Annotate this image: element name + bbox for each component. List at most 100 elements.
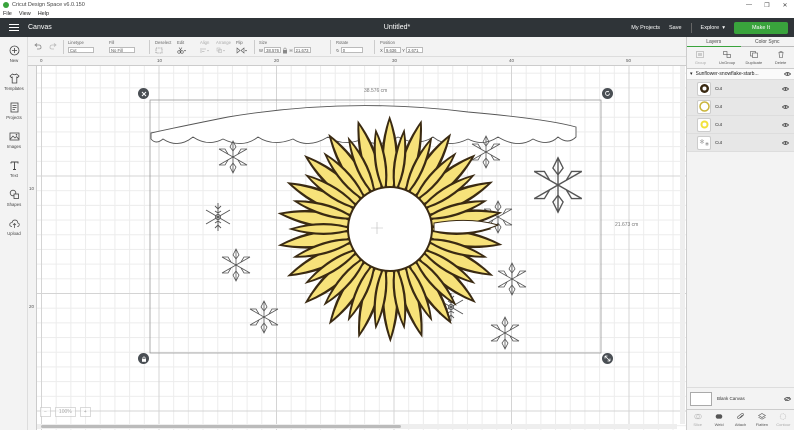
sidebar-item-shapes[interactable]: Shapes <box>0 189 28 207</box>
sidebar-item-label: Upload <box>7 231 21 236</box>
toolbar-divider <box>374 40 375 54</box>
layer-row[interactable]: Cut <box>687 116 794 134</box>
menu-help[interactable]: Help <box>38 11 49 17</box>
position-control[interactable]: Position X 9.636 Y 2.671 <box>380 40 423 53</box>
attach-button[interactable]: Attach <box>730 410 751 430</box>
fill-label: Fill <box>109 40 115 45</box>
window-controls: — ❐ ✕ <box>740 2 794 9</box>
deselect-control[interactable]: Deselect <box>155 40 171 55</box>
close-window-button[interactable]: ✕ <box>776 2 794 9</box>
edit-control[interactable]: Edit <box>177 40 187 55</box>
machine-select[interactable]: Explore ▾ <box>701 25 725 31</box>
group-button[interactable]: Group <box>687 47 714 68</box>
horizontal-scrollbar[interactable] <box>37 424 677 429</box>
align-icon <box>200 48 209 53</box>
layer-thumbnail <box>697 99 711 114</box>
eye-icon[interactable] <box>782 86 789 91</box>
paperclip-icon <box>736 413 744 419</box>
sidebar-item-upload[interactable]: Upload <box>0 218 28 236</box>
flatten-button[interactable]: Flatten <box>751 410 772 430</box>
height-dimension-label: 21.673 cm <box>615 222 639 228</box>
window-title: Cricut Design Space v6.0.150 <box>12 2 85 8</box>
menu-file[interactable]: File <box>3 11 12 17</box>
size-width-input[interactable]: 38.576 <box>264 47 282 53</box>
header-divider <box>690 22 692 33</box>
eye-icon[interactable] <box>782 140 789 145</box>
delete-handle[interactable] <box>138 88 149 99</box>
layer-row[interactable]: Cut <box>687 98 794 116</box>
linetype-select[interactable]: Cut <box>68 47 94 53</box>
vertical-scrollbar[interactable] <box>680 66 685 424</box>
scrollbar-thumb[interactable] <box>41 425 401 428</box>
flip-icon <box>236 47 247 54</box>
redo-icon[interactable] <box>49 43 57 50</box>
eye-icon[interactable] <box>782 122 789 127</box>
save-button[interactable]: Save <box>669 25 682 31</box>
sidebar-item-new[interactable]: New <box>0 45 28 63</box>
sidebar-item-label: New <box>9 58 19 63</box>
tab-layers[interactable]: Layers <box>687 37 741 47</box>
position-y-input[interactable]: 2.671 <box>405 47 423 53</box>
hamburger-menu-icon[interactable] <box>9 24 19 31</box>
my-projects-link[interactable]: My Projects <box>631 25 660 31</box>
menu-view[interactable]: View <box>19 11 31 17</box>
ungroup-button[interactable]: UnGroup <box>714 47 741 68</box>
size-height-input[interactable]: 21.673 <box>293 47 311 53</box>
blank-canvas-row[interactable]: Blank Canvas <box>687 387 794 409</box>
make-it-button[interactable]: Make It <box>733 21 788 34</box>
layer-row[interactable]: Cut <box>687 80 794 98</box>
eye-icon[interactable] <box>784 72 791 76</box>
contour-icon <box>780 413 787 420</box>
eye-hidden-icon[interactable] <box>784 396 791 401</box>
size-h-prefix: H <box>289 48 293 53</box>
snowflake-shape <box>497 262 527 296</box>
contour-label: Contour <box>776 422 791 427</box>
fill-select[interactable]: No Fill <box>109 47 135 53</box>
zoom-out-button[interactable]: − <box>40 407 51 417</box>
lock-handle[interactable] <box>138 353 149 364</box>
eye-icon[interactable] <box>782 104 789 109</box>
position-x-input[interactable]: 9.636 <box>383 47 401 53</box>
minimize-button[interactable]: — <box>740 2 758 9</box>
maximize-button[interactable]: ❐ <box>758 2 776 9</box>
sidebar-item-text[interactable]: Text <box>0 160 28 178</box>
layer-name: Cut <box>715 104 723 109</box>
edit-label: Edit <box>177 40 185 45</box>
delete-button[interactable]: Delete <box>767 47 794 68</box>
window-titlebar: Cricut Design Space v6.0.150 — ❐ ✕ <box>0 0 794 10</box>
arrange-icon <box>216 47 225 53</box>
contour-button[interactable]: Contour <box>773 410 794 430</box>
rotate-control[interactable]: Rotate ↻ 0 <box>336 40 363 53</box>
duplicate-button[interactable]: Duplicate <box>741 47 768 68</box>
sidebar-item-templates[interactable]: Templates <box>0 73 28 91</box>
sidebar-item-images[interactable]: Images <box>0 131 28 149</box>
weld-button[interactable]: Weld <box>708 410 729 430</box>
fill-control[interactable]: Fill No Fill <box>109 40 135 53</box>
design-canvas[interactable]: 0 10 20 30 40 50 10 20 38.576 cm 21.673 … <box>28 57 686 430</box>
tab-color-sync[interactable]: Color Sync <box>740 37 794 47</box>
arrange-control[interactable]: Arrange <box>216 40 231 55</box>
resize-handle[interactable] <box>602 353 613 364</box>
deselect-label: Deselect <box>155 40 172 45</box>
size-control[interactable]: Size W 38.576 H 21.673 <box>259 40 311 54</box>
layer-row[interactable]: Cut <box>687 134 794 152</box>
linetype-control[interactable]: Linetype Cut <box>68 40 94 53</box>
shirt-icon <box>8 73 20 84</box>
shapes-icon <box>9 189 19 199</box>
sunflower-yellow-icon <box>700 120 708 129</box>
align-control[interactable]: Align <box>200 40 210 55</box>
zoom-in-button[interactable]: + <box>79 407 91 417</box>
caret-down-icon[interactable]: ▾ <box>690 71 693 77</box>
flip-control[interactable]: Flip <box>236 40 248 55</box>
lock-icon[interactable] <box>282 47 288 54</box>
sidebar-item-projects[interactable]: Projects <box>0 102 28 120</box>
rotate-handle[interactable] <box>602 88 613 99</box>
layer-thumbnail <box>697 117 711 132</box>
flatten-label: Flatten <box>755 422 769 427</box>
layer-group-row[interactable]: ▾ Sunflower-snowflake-starb... <box>687 69 794 80</box>
undo-icon[interactable] <box>34 43 42 50</box>
rotate-input[interactable]: 0 <box>340 47 363 53</box>
slice-label: Slice <box>693 422 703 427</box>
canvas-label: Canvas <box>28 24 52 31</box>
slice-button[interactable]: Slice <box>687 410 708 430</box>
